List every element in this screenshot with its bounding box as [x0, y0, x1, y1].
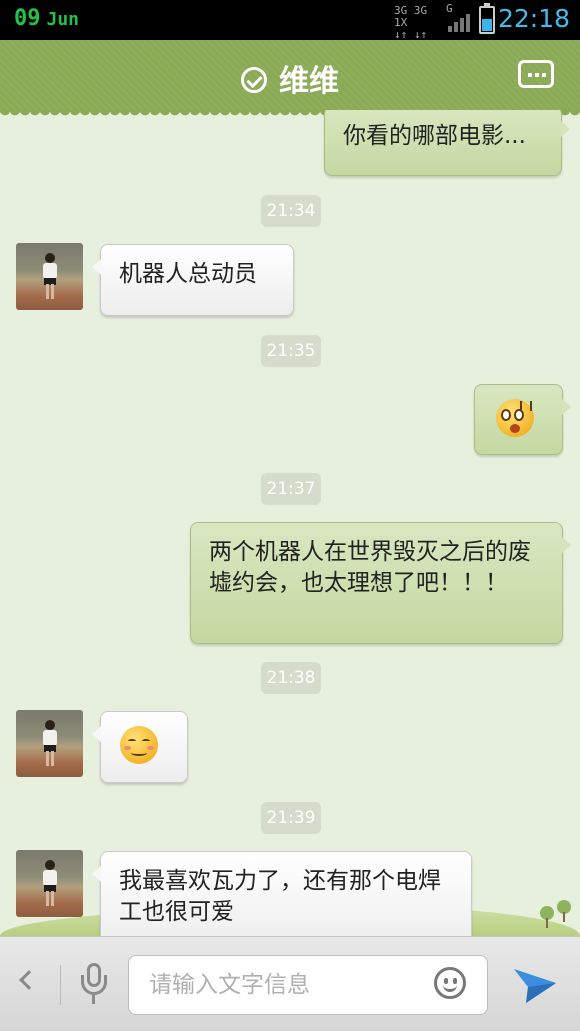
chevron-left-icon[interactable] [19, 970, 39, 990]
message-timestamp: 21:37 [261, 473, 321, 505]
contact-avatar[interactable] [16, 710, 83, 777]
outgoing-message-bubble[interactable]: 你看的哪部电影... [324, 110, 570, 176]
incoming-message-bubble[interactable]: 机器人总动员 [92, 244, 294, 316]
incoming-message-bubble[interactable]: 我最喜欢瓦力了，还有那个电焊工也很可爱 [92, 851, 472, 936]
message-text: 机器人总动员 [119, 261, 257, 287]
signal-strength-icon: G [446, 2, 470, 32]
message-timestamp: 21:38 [261, 662, 321, 694]
battery-icon [479, 3, 495, 34]
message-input-placeholder: 请输入文字信息 [149, 972, 310, 998]
contact-name: 维维 [279, 64, 339, 99]
status-clock: 22:18 [497, 4, 570, 33]
status-date: 09 Jun [14, 6, 79, 31]
background-tree [540, 906, 554, 928]
chat-message-list[interactable]: 你看的哪部电影... 21:34 机器人总动员 21:35 21:37 两个机器… [0, 110, 580, 936]
shocked-emoji-icon [496, 399, 534, 437]
message-timestamp: 21:39 [261, 802, 321, 834]
divider [60, 965, 61, 1005]
message-text: 两个机器人在世界毁灭之后的废墟约会，也太理想了吧！！！ [209, 539, 531, 596]
outgoing-message-bubble[interactable]: 两个机器人在世界毁灭之后的废墟约会，也太理想了吧！！！ [190, 522, 571, 644]
message-text: 你看的哪部电影... [343, 123, 526, 149]
send-icon[interactable] [512, 963, 558, 1005]
status-bar: 09Jun 3G 3G 1X ↓↑ ↓↑ ↓↑ G 22:18 [0, 0, 580, 53]
status-date-day: 09 [14, 6, 41, 31]
message-text: 我最喜欢瓦力了，还有那个电焊工也很可爱 [119, 868, 441, 925]
contact-avatar[interactable] [16, 243, 83, 310]
contact-avatar[interactable] [16, 850, 83, 917]
shy-emoji-icon [120, 726, 158, 764]
message-timestamp: 21:34 [261, 195, 321, 227]
verified-check-icon [241, 66, 267, 93]
status-date-month: Jun [46, 9, 80, 30]
chat-header: 维维 [0, 40, 580, 116]
signal-g-label: G [446, 2, 453, 15]
microphone-icon[interactable] [80, 963, 108, 1009]
message-input-bar: 请输入文字信息 [0, 936, 580, 1031]
message-timestamp: 21:35 [261, 335, 321, 367]
chat-info-icon[interactable] [518, 60, 554, 88]
outgoing-emoji-bubble[interactable] [474, 384, 571, 455]
emoji-picker-icon[interactable] [434, 967, 466, 999]
incoming-emoji-bubble[interactable] [92, 711, 188, 783]
background-tree [557, 900, 571, 922]
network-type-label: 3G 3G 1X [394, 4, 428, 29]
